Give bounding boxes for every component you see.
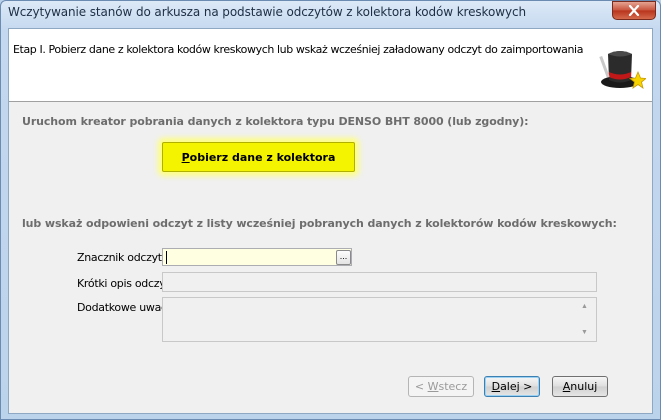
title-bar[interactable]: Wczytywanie stanów do arkusza na podstaw… [1,1,660,25]
notes-scrollbar[interactable]: ▲ ▼ [577,299,595,341]
scroll-up-icon[interactable]: ▲ [581,303,588,310]
close-button[interactable] [612,1,656,20]
fetch-button-accel: P [181,150,190,164]
marker-label: Znacznik odczytu [77,251,169,264]
next-button[interactable]: Dalej > [484,376,540,397]
notes-textarea[interactable] [162,297,597,342]
fetch-from-collector-button[interactable]: Pobierz dane z kolektora [162,142,355,172]
next-button-accel: D [491,380,501,393]
fetch-section-heading: Uruchom kreator pobrania danych z kolekt… [22,115,529,128]
back-button[interactable]: < Wstecz [408,376,474,397]
fetch-button-label: obierz dane z kolektora [189,150,336,164]
dialog-window: Wczytywanie stanów do arkusza na podstaw… [0,0,661,420]
step-description: Etap I. Pobierz dane z kolektora kodów k… [13,43,584,56]
scroll-down-icon[interactable]: ▼ [581,329,588,336]
text-caret [166,251,167,264]
select-section-heading: lub wskaż odpowieni odczyt z listy wcześ… [22,217,617,230]
notes-label: Dodatkowe uwagi [77,301,171,314]
close-icon [628,5,640,16]
browse-readings-button[interactable]: ... [336,250,351,265]
back-button-label: stecz [438,380,468,393]
short-description-input[interactable] [162,272,597,292]
wizard-header: Etap I. Pobierz dane z kolektora kodów k… [9,29,652,102]
back-button-accel: W [427,380,439,393]
magic-hat-icon [599,51,646,89]
window-title: Wczytywanie stanów do arkusza na podstaw… [8,5,526,19]
cancel-button-accel: A [562,380,571,393]
dialog-client-area: Etap I. Pobierz dane z kolektora kodów k… [8,28,653,414]
marker-input[interactable] [162,248,352,266]
cancel-button-label: nuluj [570,380,598,393]
back-button-prefix: < [414,380,428,393]
next-button-label: alej > [500,380,533,393]
cancel-button[interactable]: Anuluj [552,376,608,397]
